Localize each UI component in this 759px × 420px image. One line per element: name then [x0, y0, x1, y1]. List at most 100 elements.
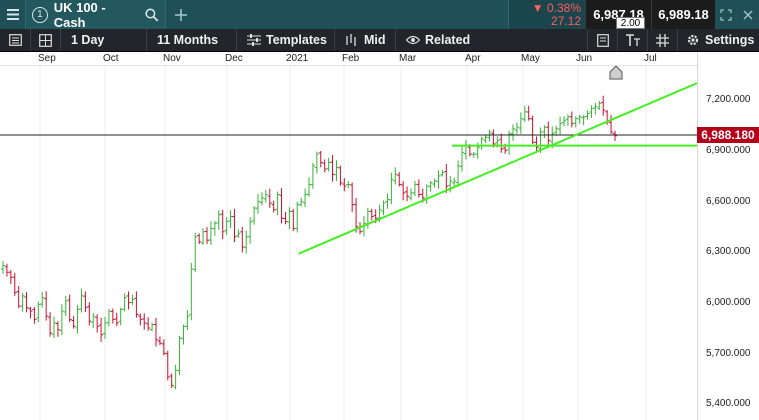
crosshair-grid-button[interactable] — [647, 29, 677, 51]
ohlc-bar — [573, 116, 578, 128]
price-type-label: Mid — [364, 33, 386, 47]
instrument-header: 1 UK 100 - Cash ▼ 0.38% 27.12 6,987.18 6… — [0, 0, 759, 30]
related-button[interactable]: Related — [395, 29, 480, 51]
ohlc-bar — [216, 210, 221, 230]
plus-icon — [175, 8, 187, 21]
chart-toolbar: 1 Day 11 Months Templates Mid Related Se… — [0, 29, 759, 52]
month-label: 2021 — [286, 53, 309, 64]
ohlc-bar — [256, 193, 260, 214]
ohlc-bar — [589, 105, 594, 118]
ohlc-bar — [59, 304, 64, 336]
layout-button[interactable] — [30, 29, 60, 51]
close-icon — [743, 10, 753, 19]
price-type-selector[interactable]: Mid — [334, 29, 395, 51]
price-tick: 7,200.000 — [706, 94, 751, 105]
ohlc-bar — [201, 228, 206, 245]
ohlc-bar — [597, 100, 602, 110]
ohlc-bar — [248, 217, 253, 244]
notepad-icon — [8, 34, 22, 46]
notes-button[interactable] — [0, 29, 30, 51]
ohlc-bar — [483, 134, 488, 143]
expand-icon — [720, 8, 732, 21]
month-label: May — [521, 53, 540, 64]
ohlc-bar — [601, 95, 606, 116]
ohlc-bar — [350, 182, 355, 212]
ohlc-bar — [12, 272, 17, 296]
ohlc-bar — [330, 155, 335, 182]
ohlc-bar — [460, 145, 464, 172]
ohlc-bar — [177, 335, 182, 376]
change-percent: ▼ 0.38% — [531, 0, 581, 15]
ohlc-bar — [569, 111, 574, 128]
ohlc-bar — [558, 116, 563, 135]
ohlc-bar — [424, 184, 429, 204]
ohlc-bar — [48, 312, 53, 337]
ohlc-bar — [71, 316, 76, 329]
text-tool-button[interactable] — [617, 29, 647, 51]
add-chart-button[interactable] — [166, 0, 196, 29]
ohlc-bar — [456, 160, 461, 187]
note-tool-button[interactable] — [587, 29, 617, 51]
ohlc-bar — [228, 210, 233, 229]
ohlc-bar — [412, 180, 417, 197]
trendline[interactable] — [298, 82, 697, 255]
ohlc-bar — [307, 177, 311, 197]
ohlc-bar — [581, 115, 586, 126]
ohlc-bar — [369, 208, 374, 221]
ohlc-bar — [99, 317, 104, 342]
ohlc-bar — [157, 336, 162, 346]
ohlc-bar — [334, 160, 339, 182]
ohlc-bar — [511, 124, 515, 141]
price-tick: 6,600.000 — [706, 196, 751, 207]
close-button[interactable] — [737, 0, 759, 29]
ohlc-bar — [342, 178, 347, 192]
interval-selector[interactable]: 1 Day — [60, 29, 146, 51]
ohlc-bar — [83, 291, 88, 313]
ohlc-bar — [106, 309, 111, 327]
month-label: Mar — [399, 53, 417, 64]
ohlc-bar — [479, 136, 484, 150]
time-axis: Sep Oct Nov Dec 2021 Feb Mar Apr May Jun… — [0, 52, 697, 66]
ohlc-bar — [150, 322, 155, 332]
buy-price-button[interactable]: 6,989.18 — [651, 0, 715, 29]
fullscreen-button[interactable] — [715, 0, 737, 29]
ohlc-bar — [52, 316, 56, 339]
ohlc-bar — [40, 291, 45, 308]
ohlc-bar — [63, 295, 68, 317]
ohlc-bar — [326, 157, 331, 172]
ohlc-bar — [385, 193, 390, 209]
hash-icon — [656, 33, 669, 47]
month-label: Apr — [465, 53, 481, 64]
ohlc-bar — [244, 230, 249, 254]
price-chart[interactable] — [0, 66, 697, 420]
ohlc-bar — [444, 163, 449, 193]
ohlc-bar — [322, 159, 327, 173]
ohlc-bar — [267, 188, 272, 208]
ohlc-bar — [20, 292, 25, 312]
templates-button[interactable]: Templates — [236, 29, 334, 51]
month-label: Sep — [38, 53, 56, 64]
ohlc-bar — [134, 291, 139, 318]
ohlc-bar — [310, 162, 315, 189]
range-selector[interactable]: 11 Months — [146, 29, 236, 51]
month-label: Jun — [576, 53, 593, 64]
ohlc-bar — [126, 291, 131, 310]
ohlc-bar — [103, 316, 107, 340]
text-tool-icon — [625, 33, 640, 46]
search-icon[interactable] — [145, 8, 159, 22]
instrument-selector[interactable]: 1 UK 100 - Cash — [26, 0, 166, 30]
ohlc-bar — [275, 191, 280, 216]
ohlc-bar — [283, 211, 288, 225]
ohlc-bar — [91, 313, 96, 329]
range-label: 11 Months — [157, 33, 219, 47]
event-marker[interactable] — [609, 66, 623, 80]
ohlc-bar — [75, 305, 80, 334]
ohlc-bar — [585, 110, 590, 120]
ohlc-bar — [169, 373, 174, 389]
settings-button[interactable]: Settings — [677, 29, 759, 51]
menu-button[interactable] — [0, 0, 26, 29]
ohlc-bar — [432, 178, 437, 188]
ohlc-bar — [279, 188, 284, 224]
ohlc-bar — [346, 181, 351, 189]
